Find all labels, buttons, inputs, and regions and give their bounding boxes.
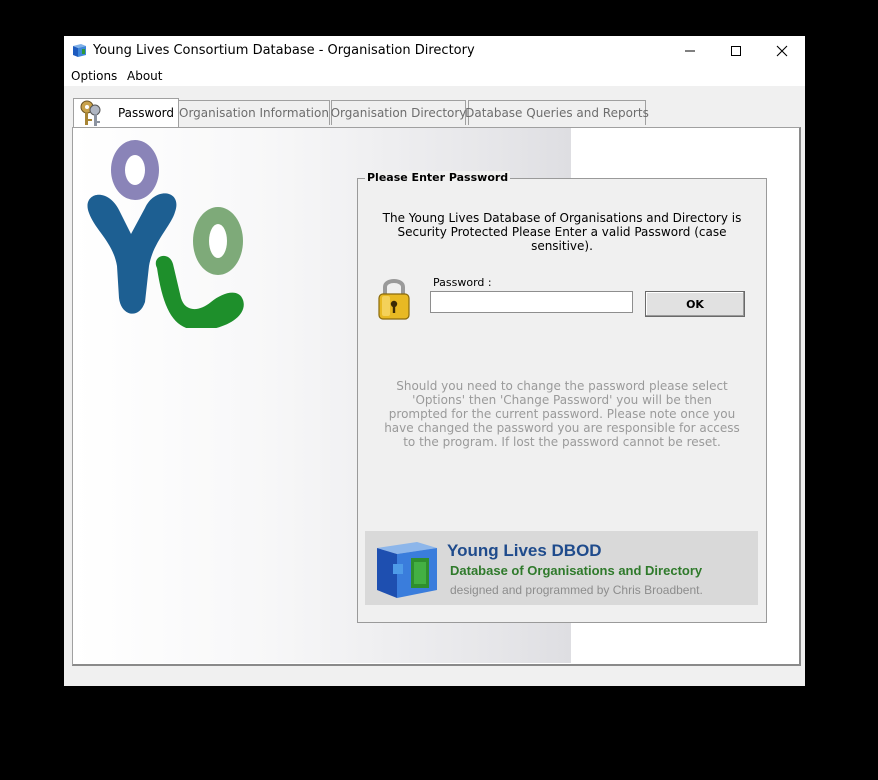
note-line: Should you need to change the password p…: [396, 379, 728, 393]
maximize-icon: [731, 46, 741, 56]
ok-button[interactable]: OK: [645, 291, 745, 317]
tab-database-queries-label: Database Queries and Reports: [465, 106, 649, 120]
note-line: have changed the password you are respon…: [384, 421, 740, 435]
tab-database-queries[interactable]: Database Queries and Reports: [465, 100, 649, 125]
password-tab-panel: Please Enter Password The Young Lives Da…: [72, 127, 801, 666]
title-bar[interactable]: Young Lives Consortium Database - Organi…: [64, 36, 805, 66]
cube-logo-icon: [377, 542, 437, 598]
group-title: Please Enter Password: [365, 171, 511, 184]
tab-password-label: Password: [117, 106, 175, 120]
banner-title: Young Lives DBOD: [447, 541, 602, 560]
close-icon: [776, 45, 788, 57]
password-change-note: Should you need to change the password p…: [378, 379, 746, 449]
intro-text: The Young Lives Database of Organisation…: [368, 211, 756, 253]
intro-line-2: Security Protected Please Enter a valid …: [397, 225, 727, 253]
app-cube-icon: [73, 44, 86, 57]
intro-line-1: The Young Lives Database of Organisation…: [382, 211, 742, 225]
close-button[interactable]: [759, 36, 805, 66]
keys-icon: [80, 100, 101, 126]
minimize-icon: [685, 50, 695, 52]
password-input[interactable]: [430, 291, 633, 313]
tab-organisation-information-label: Organisation Information: [179, 106, 329, 120]
tab-organisation-directory-label: Organisation Directory: [330, 106, 467, 120]
banner-credit: designed and programmed by Chris Broadbe…: [450, 583, 703, 597]
note-line: prompted for the current password. Pleas…: [388, 407, 736, 421]
menu-bar: Options About: [64, 66, 805, 86]
menu-about[interactable]: About: [127, 69, 162, 83]
dbod-banner: Young Lives DBOD Database of Organisatio…: [365, 531, 758, 605]
tab-organisation-information[interactable]: Organisation Information: [178, 100, 330, 125]
password-group: Please Enter Password The Young Lives Da…: [357, 171, 767, 623]
menu-options[interactable]: Options: [71, 69, 117, 83]
note-line: 'Options' then 'Change Password' you wil…: [412, 393, 712, 407]
tab-organisation-directory[interactable]: Organisation Directory: [331, 100, 466, 125]
password-label: Password :: [433, 276, 492, 289]
note-line: to the program. If lost the password can…: [403, 435, 721, 449]
young-lives-logo: [87, 140, 244, 328]
banner-subtitle: Database of Organisations and Directory: [450, 563, 703, 578]
minimize-button[interactable]: [667, 36, 713, 66]
window-title: Young Lives Consortium Database - Organi…: [93, 43, 475, 58]
app-window: Young Lives Consortium Database - Organi…: [64, 36, 805, 686]
maximize-button[interactable]: [713, 36, 759, 66]
tab-password[interactable]: Password: [73, 98, 179, 127]
lock-icon: [378, 279, 410, 320]
